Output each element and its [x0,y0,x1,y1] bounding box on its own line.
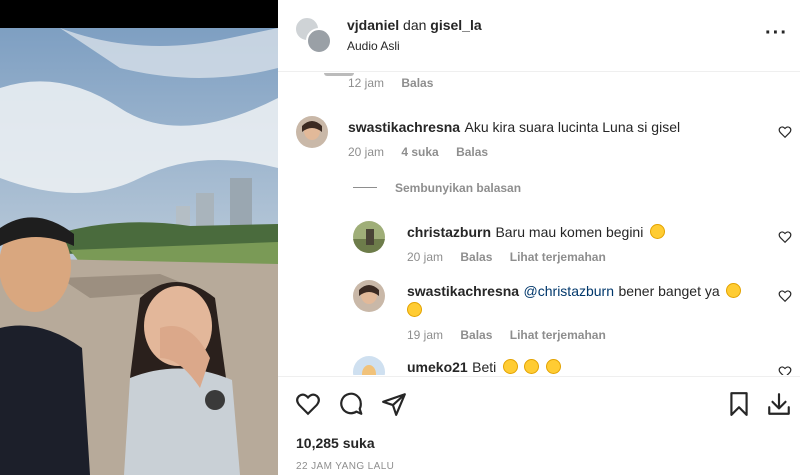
comment-time: 20 jam [348,145,385,159]
reply-button[interactable]: Balas [456,145,488,159]
comment-time: 20 jam [407,250,444,264]
comment-text: Baru mau komen begini [495,224,644,240]
post-panel: vjdaniel dan gisel_la Audio Asli ··· 12 … [278,0,800,475]
avatar[interactable] [353,356,385,375]
owner-conjunction: dan [403,17,427,33]
comment-meta: 12 jam Balas [348,76,447,90]
heart-icon[interactable] [778,125,792,139]
comment-time: 19 jam [407,328,444,342]
reply-button[interactable]: Balas [460,250,492,264]
reply-button[interactable]: Balas [401,76,433,90]
bookmark-icon[interactable] [726,391,752,417]
comment-username[interactable]: swastikachresna [348,119,460,135]
share-send-icon[interactable] [381,391,407,417]
rolling-laughing-emoji-icon [726,283,742,298]
comment-meta: 20 jam Balas Lihat terjemahan [407,250,620,264]
laughing-emoji-icon [649,224,665,239]
crying-laughing-emoji-icon [524,359,540,374]
comment-username[interactable]: swastikachresna [407,283,519,299]
crying-laughing-emoji-icon [502,359,518,374]
avatar[interactable] [353,221,385,253]
comment-icon[interactable] [338,391,364,417]
comment-username[interactable]: umeko21 [407,359,468,375]
comment-username[interactable]: christazburn [407,224,491,240]
avatar[interactable] [296,116,328,148]
heart-icon[interactable] [778,365,792,375]
heart-icon[interactable] [778,230,792,244]
comment: umeko21 Beti [407,359,561,375]
comment-meta: 19 jam Balas Lihat terjemahan [407,328,620,342]
mention-link[interactable]: @christazburn [524,283,614,299]
see-translation-button[interactable]: Lihat terjemahan [510,250,606,264]
likes-count[interactable]: 10,285 suka [296,435,375,451]
crying-laughing-emoji-icon [545,359,561,374]
owner-avatars[interactable] [294,16,334,56]
post-header: vjdaniel dan gisel_la Audio Asli ··· [278,0,800,72]
comment-text: Aku kira suara lucinta Luna si gisel [464,119,681,135]
video-frame-image [0,28,278,475]
like-heart-icon[interactable] [295,391,321,417]
reply-button[interactable]: Balas [460,328,492,342]
owner-username[interactable]: gisel_la [430,17,481,33]
comment: christazburn Baru mau komen begini [407,224,665,242]
comment: swastikachresna @christazburn bener bang… [407,283,742,301]
post-video[interactable] [0,0,278,475]
comment-text: bener banget ya [618,283,720,299]
post-timestamp: 22 JAM YANG LALU [296,461,395,472]
hide-replies-button[interactable]: Sembunyikan balasan [395,181,521,195]
avatar[interactable] [353,280,385,312]
comment-meta: 20 jam 4 suka Balas [348,145,502,159]
video-letterbox [0,0,278,28]
post-owners: vjdaniel dan gisel_la [347,17,482,33]
comment-likes[interactable]: 4 suka [401,145,438,159]
owner-username[interactable]: vjdaniel [347,17,399,33]
download-icon[interactable] [766,391,792,417]
comment-time: 12 jam [348,76,385,90]
audio-link[interactable]: Audio Asli [347,39,400,53]
comment-emoji-line [407,302,422,320]
post-actions-footer: 10,285 suka 22 JAM YANG LALU [278,376,800,475]
rolling-laughing-emoji-icon [407,302,422,317]
comment: swastikachresna Aku kira suara lucinta L… [348,119,680,137]
avatar [306,28,332,54]
heart-icon[interactable] [778,289,792,303]
see-translation-button[interactable]: Lihat terjemahan [510,328,606,342]
comment-list[interactable]: 12 jam Balas swastikachresna Aku kira su… [278,73,800,375]
comment-text: Beti [472,359,497,375]
more-horizontal-icon[interactable]: ··· [765,22,788,45]
divider [353,187,377,188]
